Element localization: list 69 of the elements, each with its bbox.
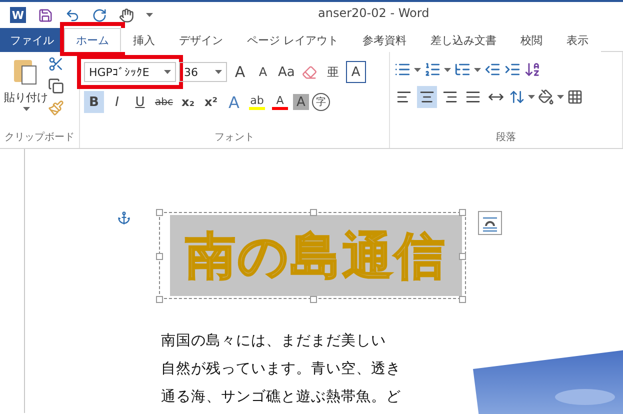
copy-icon[interactable] xyxy=(48,78,64,94)
bold-button[interactable]: B xyxy=(84,91,104,113)
ribbon-tab[interactable]: ホーム xyxy=(64,28,121,52)
dropdown-arrow-icon[interactable] xyxy=(22,107,30,111)
sort-icon[interactable] xyxy=(524,61,541,78)
group-label: 段落 xyxy=(495,130,517,145)
dropdown-arrow-icon[interactable] xyxy=(444,68,451,72)
resize-handle[interactable] xyxy=(156,296,163,303)
layout-options-icon[interactable] xyxy=(478,211,502,235)
dropdown-arrow-icon[interactable] xyxy=(557,95,564,99)
character-shading-button[interactable]: A xyxy=(292,94,309,110)
align-justify-icon xyxy=(465,89,481,105)
superscript-button[interactable]: x² xyxy=(200,91,221,113)
dropdown-arrow-icon[interactable] xyxy=(164,70,171,74)
underline-button[interactable]: U xyxy=(130,91,150,113)
anchor-icon xyxy=(117,211,131,225)
group-label: クリップボード xyxy=(4,130,75,145)
align-right-icon xyxy=(442,89,458,105)
body-text-line: 通る海、サンゴ礁と遊ぶ熱帯魚。ど xyxy=(161,388,401,407)
dropdown-arrow-icon[interactable] xyxy=(146,13,153,17)
line-spacing-icon[interactable] xyxy=(509,89,525,105)
align-button[interactable] xyxy=(417,86,437,108)
multilevel-list-icon[interactable] xyxy=(454,61,471,78)
wordart-title: 南の島通信 xyxy=(186,226,446,286)
dropdown-arrow-icon[interactable] xyxy=(215,70,222,74)
enclose-characters-button[interactable]: 字 xyxy=(312,93,330,111)
resize-handle[interactable] xyxy=(310,296,317,303)
borders-icon[interactable] xyxy=(567,89,583,105)
window-title: anser20-02 - Word xyxy=(318,6,430,20)
resize-handle[interactable] xyxy=(459,296,466,303)
paste-button[interactable]: 貼り付け xyxy=(4,56,48,130)
grow-font-button[interactable]: A xyxy=(230,61,250,83)
align-left-icon xyxy=(396,89,412,105)
font-color-button[interactable]: A xyxy=(270,91,290,113)
save-icon[interactable] xyxy=(38,8,53,22)
undo-icon[interactable] xyxy=(65,8,80,22)
increase-indent-icon[interactable] xyxy=(504,61,521,78)
font-name-field[interactable]: HGPｺﾞｼｯｸE xyxy=(84,62,176,82)
numbered-list-icon[interactable] xyxy=(424,61,441,78)
character-border-button[interactable]: A xyxy=(346,61,366,83)
resize-handle[interactable] xyxy=(310,209,317,216)
resize-handle[interactable] xyxy=(459,209,466,216)
touch-icon[interactable] xyxy=(119,8,134,22)
phonetic-guide-button[interactable]: 亜 xyxy=(322,61,343,83)
body-text-line: 自然が残っています。青い空、透き xyxy=(161,360,401,379)
font-size-field[interactable]: 36 xyxy=(179,62,227,82)
body-text-line: 南国の島々には、まだまだ美しい xyxy=(161,332,387,351)
italic-button[interactable]: I xyxy=(107,91,127,113)
change-case-button[interactable]: Aa xyxy=(276,61,297,83)
resize-handle[interactable] xyxy=(156,253,163,260)
align-center-icon xyxy=(419,89,435,105)
subscript-button[interactable]: x₂ xyxy=(178,91,198,113)
group-label: フォント xyxy=(214,131,256,145)
cut-icon[interactable] xyxy=(48,56,64,72)
decrease-indent-icon[interactable] xyxy=(484,61,501,78)
strikethrough-button[interactable]: abc xyxy=(153,91,175,113)
bullet-list-icon[interactable] xyxy=(394,61,411,78)
redo-icon[interactable] xyxy=(92,8,107,22)
dropdown-arrow-icon[interactable] xyxy=(414,68,421,72)
app-logo: W xyxy=(10,7,26,23)
ribbon-tab[interactable]: 挿入 xyxy=(121,28,167,52)
text-effect-button[interactable]: A xyxy=(224,91,244,113)
dropdown-arrow-icon[interactable] xyxy=(528,95,535,99)
highlight-color-button[interactable]: ab xyxy=(246,91,267,113)
resize-handle[interactable] xyxy=(156,209,163,216)
shrink-font-button[interactable]: A xyxy=(253,61,273,83)
shading-icon[interactable] xyxy=(538,89,554,105)
dropdown-arrow-icon[interactable] xyxy=(474,68,481,72)
resize-handle[interactable] xyxy=(459,253,466,260)
